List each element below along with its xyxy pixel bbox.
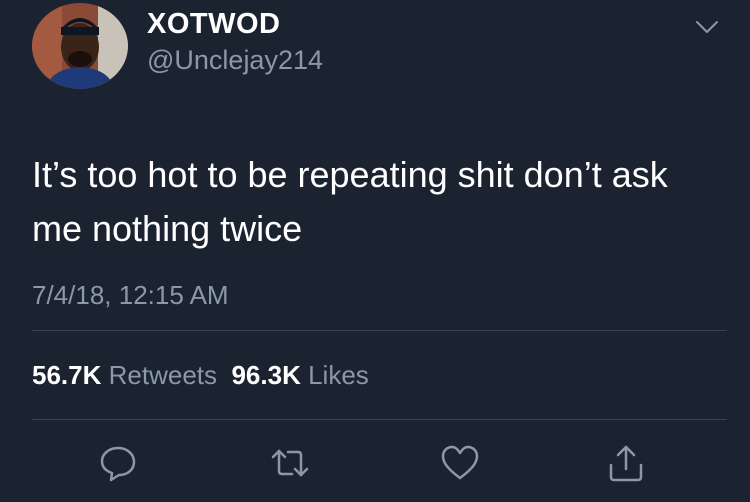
- reply-button[interactable]: [98, 443, 138, 483]
- engagement-stats: 56.7K Retweets 96.3K Likes: [32, 360, 369, 391]
- share-button[interactable]: [606, 443, 646, 483]
- share-upload-icon: [609, 445, 643, 482]
- chevron-down-icon[interactable]: [694, 18, 720, 36]
- divider: [32, 330, 727, 331]
- retweets-stat[interactable]: 56.7K Retweets: [32, 360, 217, 390]
- speech-bubble-icon: [100, 446, 136, 482]
- retweets-label: Retweets: [108, 360, 218, 390]
- tweet-timestamp[interactable]: 7/4/18, 12:15 AM: [32, 280, 229, 311]
- retweet-button[interactable]: [270, 443, 310, 483]
- retweets-count: 56.7K: [32, 360, 102, 390]
- like-button[interactable]: [440, 443, 480, 483]
- likes-stat[interactable]: 96.3K Likes: [231, 360, 368, 390]
- likes-count: 96.3K: [231, 360, 301, 390]
- divider: [32, 419, 727, 420]
- likes-label: Likes: [308, 360, 369, 390]
- heart-icon: [441, 445, 479, 480]
- avatar[interactable]: [32, 3, 128, 89]
- retweet-arrows-icon: [271, 449, 309, 477]
- author-display-name[interactable]: XOTWOD: [147, 8, 281, 41]
- tweet-text: It’s too hot to be repeating shit don’t …: [32, 154, 668, 249]
- author-handle[interactable]: @Unclejay214: [147, 45, 323, 76]
